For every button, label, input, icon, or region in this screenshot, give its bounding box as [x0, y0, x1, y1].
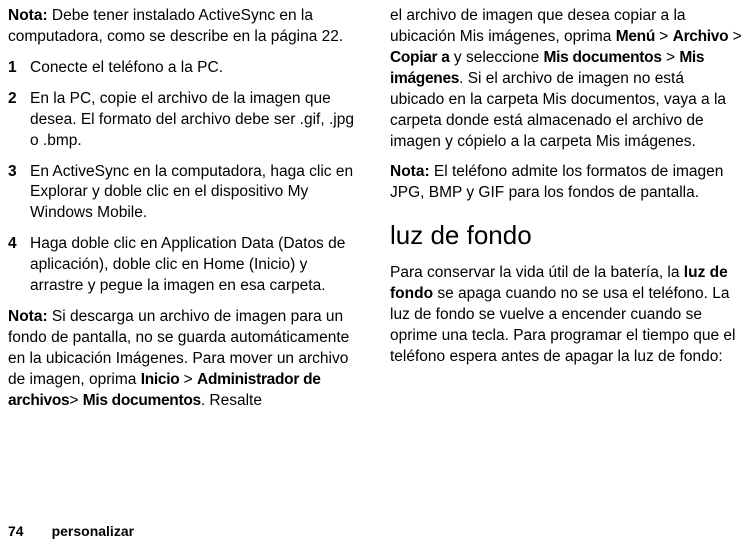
note-1: Nota: Debe tener instalado ActiveSync en…	[8, 6, 360, 48]
path-misdoc2: Mis documentos	[544, 49, 662, 66]
gt-3: >	[655, 28, 673, 45]
gt-5: >	[662, 49, 680, 66]
note-2-continued: el archivo de imagen que desea copiar a …	[390, 6, 742, 152]
heading-luz-de-fondo: luz de fondo	[390, 218, 742, 253]
path-menu: Menú	[616, 28, 655, 45]
step-2: 2 En la PC, copie el archivo de la image…	[8, 89, 360, 152]
section-name: personalizar	[52, 523, 134, 539]
path-archivo: Archivo	[673, 28, 729, 45]
step-4: 4 Haga doble clic en Application Data (D…	[8, 234, 360, 297]
path-copiar: Copiar a	[390, 49, 450, 66]
note-2: Nota: Si descarga un archivo de imagen p…	[8, 307, 360, 412]
path-inicio: Inicio	[141, 371, 180, 388]
page-footer: 74 personalizar	[8, 522, 134, 541]
step-3-text: En ActiveSync en la computadora, haga cl…	[30, 162, 360, 225]
step-1-num: 1	[8, 58, 30, 79]
step-2-num: 2	[8, 89, 30, 152]
step-3-num: 3	[8, 162, 30, 225]
page-number: 74	[8, 523, 24, 539]
gt-1: >	[179, 371, 197, 388]
gt-2: >	[69, 392, 82, 409]
step-1: 1 Conecte el teléfono a la PC.	[8, 58, 360, 79]
note-3-text: El teléfono admite los formatos de image…	[390, 163, 723, 201]
step-3: 3 En ActiveSync en la computadora, haga …	[8, 162, 360, 225]
note-2-label: Nota:	[8, 308, 48, 325]
note-3-label: Nota:	[390, 163, 430, 180]
gt-4: >	[728, 28, 741, 45]
step-4-text: Haga doble clic en Application Data (Dat…	[30, 234, 360, 297]
cont-b: y seleccione	[450, 49, 544, 66]
left-column: Nota: Debe tener instalado ActiveSync en…	[8, 6, 360, 422]
note-2-b: . Resalte	[201, 392, 262, 409]
right-column: el archivo de imagen que desea copiar a …	[390, 6, 742, 422]
path-misdoc: Mis documentos	[83, 392, 201, 409]
note-1-text: Debe tener instalado ActiveSync en la co…	[8, 7, 343, 45]
note-3: Nota: El teléfono admite los formatos de…	[390, 162, 742, 204]
note-1-label: Nota:	[8, 7, 48, 24]
bl-b: se apaga cuando no se usa el teléfono. L…	[390, 285, 736, 365]
backlight-paragraph: Para conservar la vida útil de la baterí…	[390, 263, 742, 368]
bl-a: Para conservar la vida útil de la baterí…	[390, 264, 684, 281]
steps-list: 1 Conecte el teléfono a la PC. 2 En la P…	[8, 58, 360, 297]
step-4-num: 4	[8, 234, 30, 297]
step-1-text: Conecte el teléfono a la PC.	[30, 58, 360, 79]
step-2-text: En la PC, copie el archivo de la imagen …	[30, 89, 360, 152]
page-columns: Nota: Debe tener instalado ActiveSync en…	[8, 6, 742, 422]
